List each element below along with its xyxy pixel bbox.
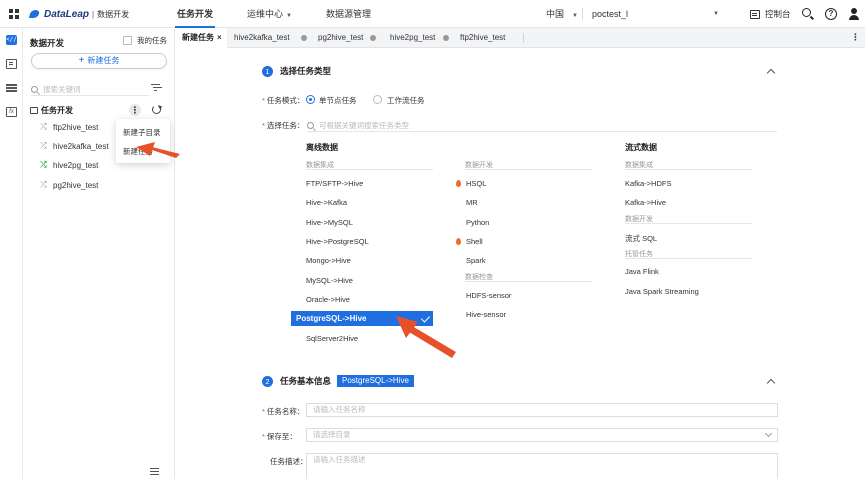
annotation-arrows (136, 142, 456, 358)
arrow-to-selected-option (396, 316, 456, 358)
arrow-to-new-task (136, 142, 180, 158)
arrow-shaft (409, 326, 456, 358)
arrow-head (136, 142, 155, 156)
